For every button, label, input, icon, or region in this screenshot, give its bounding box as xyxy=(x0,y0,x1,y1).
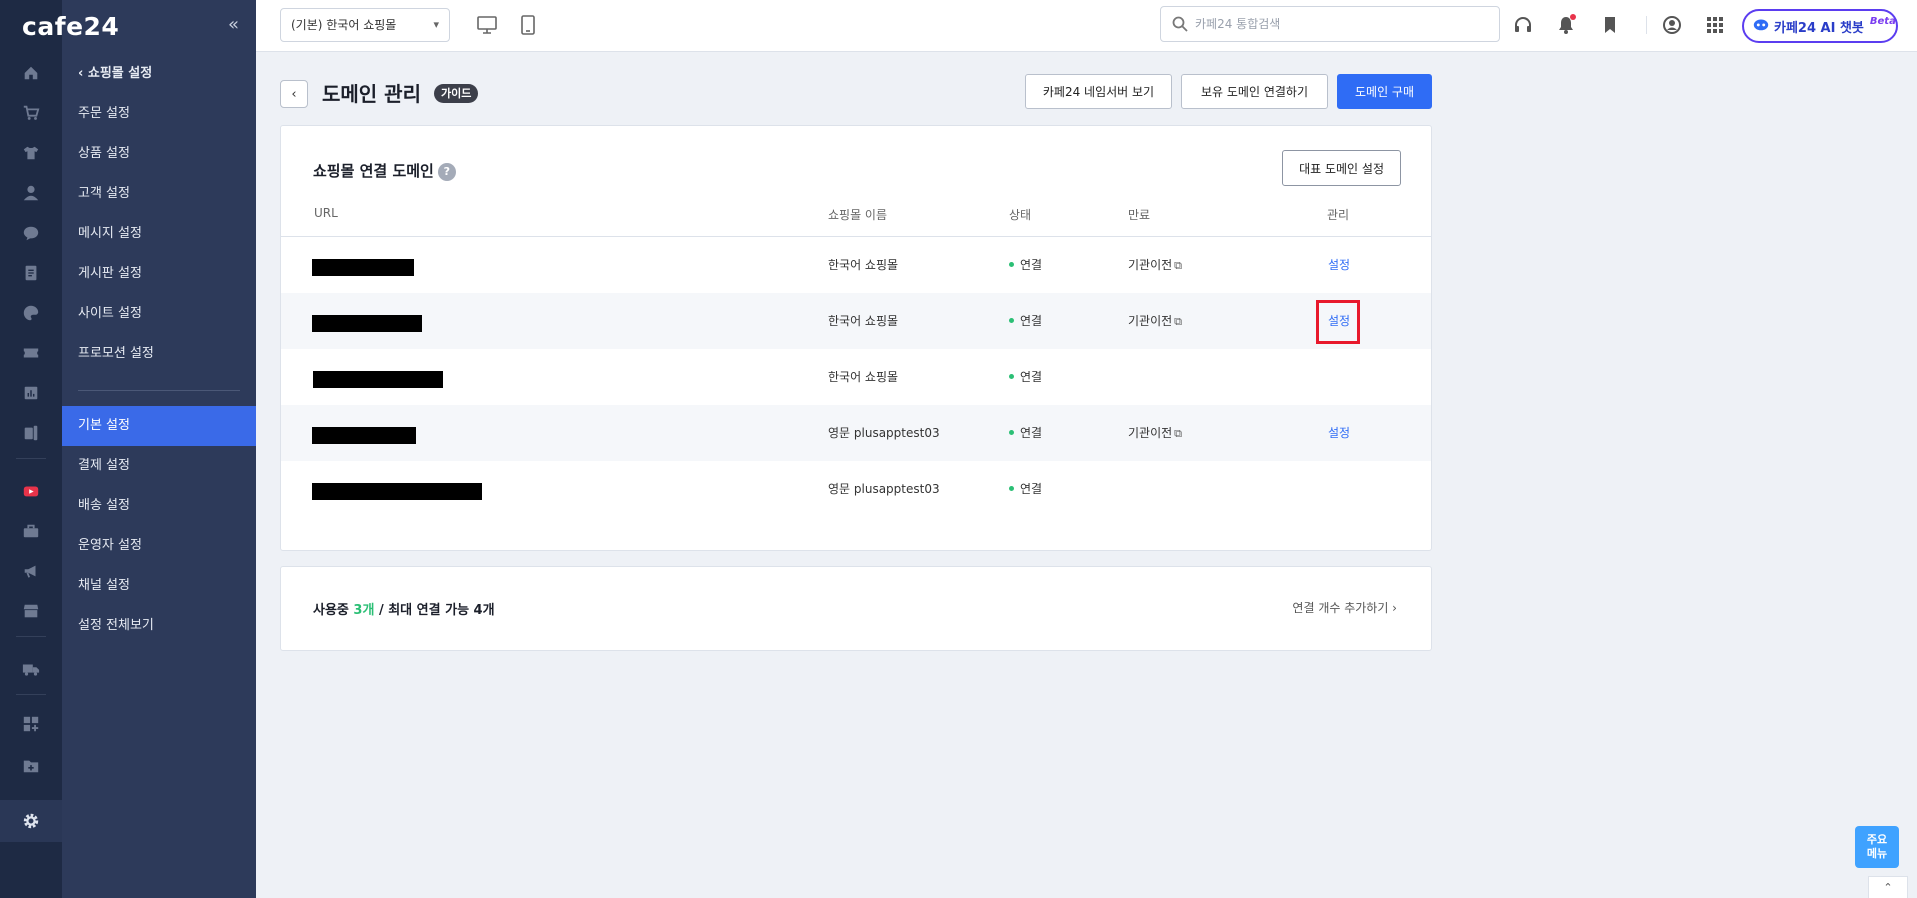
scroll-top-button[interactable]: ⌃ xyxy=(1868,876,1908,898)
connect-domain-button[interactable]: 보유 도메인 연결하기 xyxy=(1181,74,1328,109)
highlight-box xyxy=(1316,300,1360,344)
menu-item-product[interactable]: 상품 설정 xyxy=(62,134,256,174)
menu-item-basic[interactable]: 기본 설정 xyxy=(62,406,256,446)
table-row: 영문 plusapptest03 연결 xyxy=(281,461,1431,517)
apps-grid-icon[interactable] xyxy=(1703,13,1727,37)
manage-link[interactable]: 설정 xyxy=(1328,237,1350,293)
settings-gear-icon[interactable] xyxy=(0,800,62,842)
desktop-view-icon[interactable] xyxy=(476,14,498,36)
board-icon[interactable] xyxy=(0,259,62,287)
mobile-view-icon[interactable] xyxy=(517,14,539,36)
status-dot xyxy=(1009,318,1014,323)
external-link-icon: ⧉ xyxy=(1174,427,1183,440)
truck-icon[interactable] xyxy=(0,655,62,683)
apps-add-icon[interactable] xyxy=(0,710,62,738)
settings-menu: ‹ 쇼핑몰 설정 주문 설정 상품 설정 고객 설정 메시지 설정 게시판 설정… xyxy=(62,0,256,898)
home-icon[interactable] xyxy=(0,59,62,87)
palette-icon[interactable] xyxy=(0,299,62,327)
menu-item-board[interactable]: 게시판 설정 xyxy=(62,254,256,294)
menu-item-site[interactable]: 사이트 설정 xyxy=(62,294,256,334)
cart-icon[interactable] xyxy=(0,99,62,127)
expiry-link[interactable]: 기관이전 ⧉ xyxy=(1128,237,1182,294)
robot-icon xyxy=(1752,15,1770,37)
nameserver-button[interactable]: 카페24 네임서버 보기 xyxy=(1025,74,1172,109)
manage-link[interactable]: 설정 xyxy=(1328,405,1350,461)
expiry-link[interactable]: 기관이전 ⧉ xyxy=(1128,293,1182,350)
collapse-sidebar-icon[interactable]: « xyxy=(228,14,239,35)
col-shop-name: 쇼핑몰 이름 xyxy=(828,208,888,222)
page-title: 도메인 관리 xyxy=(322,82,421,106)
folder-add-icon[interactable] xyxy=(0,752,62,780)
menu-item-order[interactable]: 주문 설정 xyxy=(62,94,256,134)
bell-icon[interactable] xyxy=(1554,13,1578,37)
megaphone-icon[interactable] xyxy=(0,557,62,585)
shirt-icon[interactable] xyxy=(0,139,62,167)
headset-icon[interactable] xyxy=(1511,13,1535,37)
stats-icon[interactable] xyxy=(0,379,62,407)
chevron-left-icon: ‹ xyxy=(78,66,88,81)
bookmark-icon[interactable] xyxy=(1598,13,1622,37)
shop-select[interactable]: (기본) 한국어 쇼핑몰 ▾ xyxy=(280,8,450,42)
menu-item-shipping[interactable]: 배송 설정 xyxy=(62,486,256,526)
status-dot xyxy=(1009,374,1014,379)
search-input[interactable] xyxy=(1195,13,1485,35)
status-dot xyxy=(1009,486,1014,491)
rep-domain-button[interactable]: 대표 도메인 설정 xyxy=(1282,150,1401,186)
menu-back-shop-settings[interactable]: ‹ 쇼핑몰 설정 xyxy=(62,54,256,94)
toolbox-icon[interactable] xyxy=(0,517,62,545)
mobile-app-icon[interactable] xyxy=(0,419,62,447)
back-button[interactable]: ‹ xyxy=(280,80,308,108)
card-title: 쇼핑몰 연결 도메인? xyxy=(313,160,456,181)
col-status: 상태 xyxy=(1009,208,1032,222)
menu-item-channel[interactable]: 채널 설정 xyxy=(62,566,256,606)
guide-badge[interactable]: 가이드 xyxy=(434,84,479,103)
menu-item-payment[interactable]: 결제 설정 xyxy=(62,446,256,486)
account-icon[interactable] xyxy=(1660,13,1684,37)
chat-icon[interactable] xyxy=(0,219,62,247)
youtube-icon[interactable] xyxy=(0,477,62,505)
external-link-icon: ⧉ xyxy=(1174,315,1183,328)
search-icon xyxy=(1171,15,1189,33)
table-row: 영문 plusapptest03 연결 기관이전 ⧉ 설정 xyxy=(281,405,1431,461)
redacted-url xyxy=(312,315,422,332)
chevron-down-icon: ▾ xyxy=(433,18,439,31)
col-url: URL xyxy=(314,206,338,220)
ai-chatbot-button[interactable]: 카페24 AI 챗봇 Beta xyxy=(1742,9,1898,43)
redacted-url xyxy=(312,427,416,444)
menu-item-operator[interactable]: 운영자 설정 xyxy=(62,526,256,566)
menu-item-customer[interactable]: 고객 설정 xyxy=(62,174,256,214)
store-icon[interactable] xyxy=(0,597,62,625)
cafe24-logo[interactable]: cafe24 xyxy=(22,12,119,41)
menu-item-all-settings[interactable]: 설정 전체보기 xyxy=(62,606,256,646)
integrated-search xyxy=(1160,6,1500,42)
status-dot xyxy=(1009,430,1014,435)
help-icon[interactable]: ? xyxy=(437,163,456,181)
user-icon[interactable] xyxy=(0,179,62,207)
domain-card: 쇼핑몰 연결 도메인? 대표 도메인 설정 URL 쇼핑몰 이름 상태 만료 관… xyxy=(280,125,1432,551)
buy-domain-button[interactable]: 도메인 구매 xyxy=(1337,74,1432,109)
icon-rail xyxy=(0,0,62,898)
ticket-icon[interactable] xyxy=(0,339,62,367)
table-row: 한국어 쇼핑몰 연결 기관이전 ⧉ 설정 xyxy=(281,293,1431,349)
redacted-url xyxy=(313,371,443,388)
usage-card: 사용중 3개 / 최대 연결 가능 4개 연결 개수 추가하기 › xyxy=(280,566,1432,651)
external-link-icon: ⧉ xyxy=(1174,259,1183,272)
col-manage: 관리 xyxy=(1327,208,1350,222)
top-bar: (기본) 한국어 쇼핑몰 ▾ 카페24 AI 챗봇 Beta xyxy=(256,0,1917,52)
table-row: 한국어 쇼핑몰 연결 xyxy=(281,349,1431,405)
table-row: 한국어 쇼핑몰 연결 기관이전 ⧉ 설정 xyxy=(281,237,1431,293)
redacted-url xyxy=(312,259,414,276)
menu-item-message[interactable]: 메시지 설정 xyxy=(62,214,256,254)
expiry-link[interactable]: 기관이전 ⧉ xyxy=(1128,405,1182,462)
main-menu-fab[interactable]: 주요 메뉴 xyxy=(1855,826,1899,868)
col-expiry: 만료 xyxy=(1128,208,1151,222)
add-connection-link[interactable]: 연결 개수 추가하기 › xyxy=(1292,599,1397,616)
redacted-url xyxy=(312,483,482,500)
status-dot xyxy=(1009,262,1014,267)
chevron-left-icon: ‹ xyxy=(291,86,297,102)
usage-text: 사용중 3개 / 최대 연결 가능 4개 xyxy=(313,603,495,618)
menu-item-promotion[interactable]: 프로모션 설정 xyxy=(62,334,256,374)
